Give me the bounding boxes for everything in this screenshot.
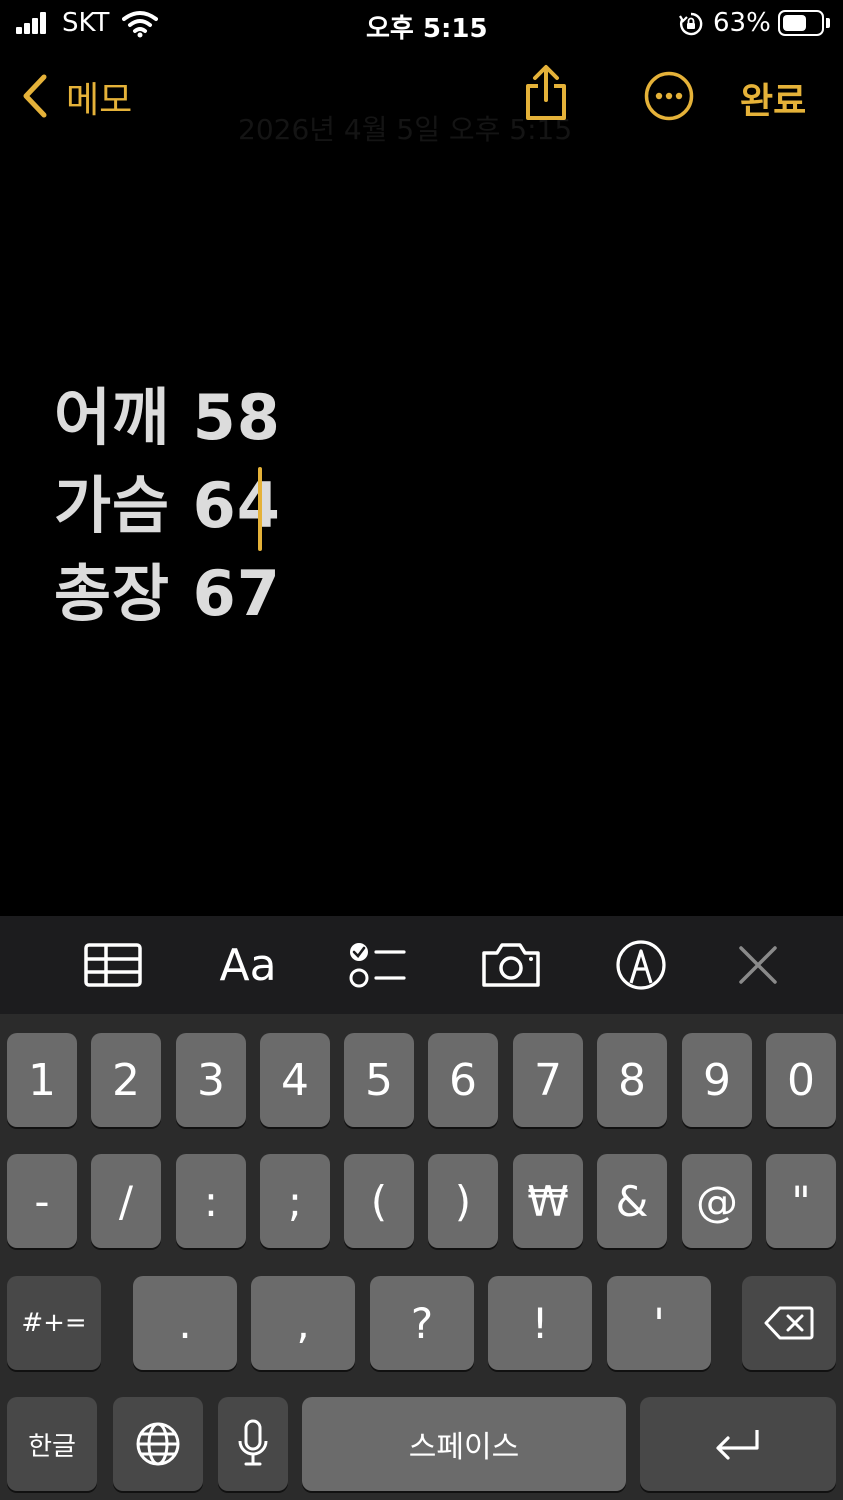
key-4[interactable]: 4 (260, 1033, 330, 1127)
back-label: 메모 (66, 80, 133, 121)
microphone-icon (238, 1419, 268, 1466)
camera-icon (482, 943, 540, 987)
key-space[interactable]: 스페이스 (302, 1397, 626, 1491)
share-icon[interactable] (520, 64, 572, 124)
key-semicolon[interactable]: ; (260, 1154, 330, 1248)
status-bar: SKT 오후 5:15 63% (0, 0, 843, 50)
key-exclamation[interactable]: ! (488, 1276, 592, 1370)
wifi-icon (122, 11, 158, 38)
key-open-paren[interactable]: ( (344, 1154, 414, 1248)
format-icon: Aa (219, 939, 277, 991)
key-more-symbols[interactable]: #+= (7, 1276, 101, 1370)
key-8[interactable]: 8 (597, 1033, 667, 1127)
text-cursor (258, 467, 262, 551)
checklist-icon (349, 943, 406, 988)
key-delete[interactable] (742, 1276, 836, 1370)
format-button[interactable]: Aa (210, 922, 286, 1008)
key-won[interactable]: ₩ (513, 1154, 583, 1248)
note-line: 총장 67 (54, 557, 281, 630)
key-dictation[interactable] (218, 1397, 288, 1491)
key-6[interactable]: 6 (428, 1033, 498, 1127)
key-language-korean[interactable]: 한글 (7, 1397, 97, 1491)
markup-icon (616, 940, 666, 990)
key-at[interactable]: @ (682, 1154, 752, 1248)
key-return[interactable] (640, 1397, 836, 1491)
return-icon (716, 1430, 759, 1460)
key-9[interactable]: 9 (682, 1033, 752, 1127)
back-button[interactable]: 메모 (18, 68, 148, 124)
camera-button[interactable] (478, 922, 544, 1008)
battery-tip (826, 18, 830, 28)
more-options-icon[interactable] (643, 70, 695, 122)
key-0[interactable]: 0 (766, 1033, 836, 1127)
chevron-left-icon (23, 74, 47, 118)
key-comma[interactable]: , (251, 1276, 355, 1370)
key-5[interactable]: 5 (344, 1033, 414, 1127)
key-hyphen[interactable]: - (7, 1154, 77, 1248)
key-period[interactable]: . (133, 1276, 237, 1370)
key-1[interactable]: 1 (7, 1033, 77, 1127)
delete-icon (764, 1306, 814, 1340)
key-slash[interactable]: / (91, 1154, 161, 1248)
table-icon (84, 943, 142, 987)
close-toolbar-button[interactable] (730, 922, 786, 1008)
done-button[interactable]: 완료 (740, 72, 806, 124)
signal-icon (16, 12, 46, 34)
note-body[interactable]: 어깨 58 가슴 64 총장 67 (54, 374, 814, 638)
key-question[interactable]: ? (370, 1276, 474, 1370)
orientation-lock-icon (679, 12, 703, 36)
key-2[interactable]: 2 (91, 1033, 161, 1127)
note-line: 어깨 58 (54, 381, 281, 454)
battery-percent: 63% (713, 8, 771, 38)
clock: 오후 5:15 (366, 14, 488, 44)
battery-icon (778, 10, 824, 36)
key-close-paren[interactable]: ) (428, 1154, 498, 1248)
markup-button[interactable] (612, 922, 670, 1008)
key-colon[interactable]: : (176, 1154, 246, 1248)
key-apostrophe[interactable]: ' (607, 1276, 711, 1370)
key-3[interactable]: 3 (176, 1033, 246, 1127)
key-7[interactable]: 7 (513, 1033, 583, 1127)
carrier-label: SKT (62, 8, 110, 38)
globe-icon (136, 1422, 180, 1466)
table-button[interactable] (78, 922, 148, 1008)
checklist-button[interactable] (344, 922, 410, 1008)
key-globe[interactable] (113, 1397, 203, 1491)
key-quote[interactable]: " (766, 1154, 836, 1248)
battery-level-fill (783, 15, 806, 31)
close-icon (739, 946, 777, 984)
key-ampersand[interactable]: & (597, 1154, 667, 1248)
note-line: 가슴 64 (54, 469, 281, 542)
